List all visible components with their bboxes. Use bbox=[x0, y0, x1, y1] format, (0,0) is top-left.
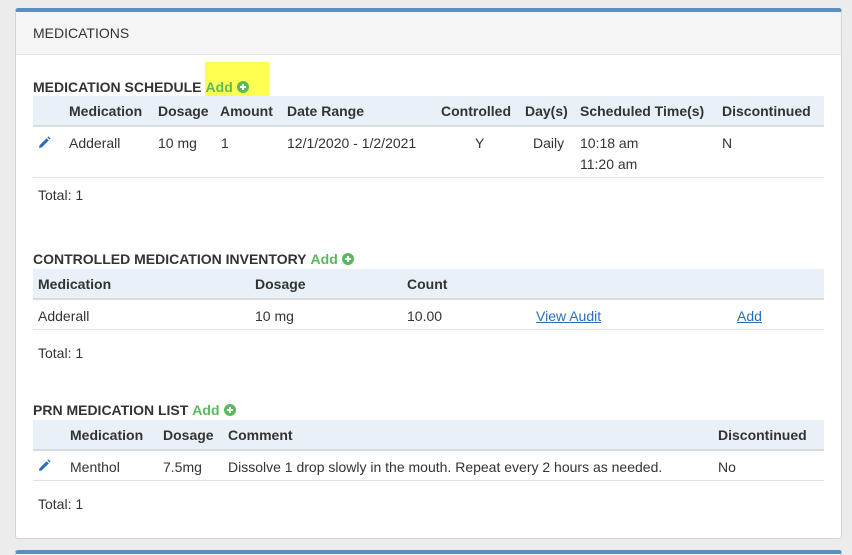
schedule-table-header: Medication Dosage Amount Date Range Cont… bbox=[33, 96, 824, 127]
col-comment: Comment bbox=[228, 427, 293, 443]
col-medication: Medication bbox=[69, 103, 143, 119]
cell-medication: Adderall bbox=[38, 308, 90, 324]
cell-discontinued: N bbox=[722, 135, 733, 151]
medications-panel: MEDICATIONS MEDICATION SCHEDULE Add Medic… bbox=[15, 8, 842, 539]
pencil-icon[interactable] bbox=[37, 136, 51, 150]
col-dosage: Dosage bbox=[163, 427, 214, 443]
pencil-icon[interactable] bbox=[37, 459, 51, 473]
prn-table-header: Medication Dosage Comment Discontinued bbox=[33, 420, 824, 451]
table-row: Adderall 10 mg 1 12/1/2020 - 1/2/2021 Y … bbox=[33, 127, 824, 178]
plus-circle-icon bbox=[223, 404, 236, 416]
col-days: Day(s) bbox=[525, 103, 568, 119]
prn-add-link[interactable]: Add bbox=[192, 402, 236, 418]
cell-count: 10.00 bbox=[407, 308, 443, 324]
cell-discontinued: No bbox=[718, 459, 736, 475]
col-amount: Amount bbox=[220, 103, 273, 119]
cell-dosage: 10 mg bbox=[158, 135, 197, 151]
col-scheduled-times: Scheduled Time(s) bbox=[580, 103, 705, 119]
next-panel-edge bbox=[15, 550, 842, 555]
plus-circle-icon bbox=[341, 253, 354, 265]
panel-header: MEDICATIONS bbox=[16, 12, 841, 55]
cell-time-2: 11:20 am bbox=[580, 156, 638, 172]
view-audit-link[interactable]: View Audit bbox=[536, 308, 601, 324]
table-row: Menthol 7.5mg Dissolve 1 drop slowly in … bbox=[33, 451, 824, 481]
cell-amount: 1 bbox=[221, 135, 229, 151]
cell-days: Daily bbox=[533, 135, 565, 151]
inventory-total: Total: 1 bbox=[38, 345, 84, 361]
cell-dosage: 10 mg bbox=[255, 308, 294, 324]
controlled-inventory-section: CONTROLLED MEDICATION INVENTORY Add Medic… bbox=[33, 234, 824, 361]
inventory-table-header: Medication Dosage Count bbox=[33, 269, 824, 300]
cell-dosage: 7.5mg bbox=[163, 459, 202, 475]
cell-medication: Adderall bbox=[69, 135, 121, 151]
col-date-range: Date Range bbox=[287, 103, 365, 119]
inventory-add-link[interactable]: Add bbox=[311, 251, 354, 267]
col-medication: Medication bbox=[70, 427, 144, 443]
col-medication: Medication bbox=[38, 276, 112, 292]
prn-total: Total: 1 bbox=[38, 496, 84, 512]
table-row: Adderall 10 mg 10.00 View Audit Add bbox=[33, 300, 824, 330]
cell-date-range: 12/1/2020 - 1/2/2021 bbox=[287, 135, 417, 151]
medication-schedule-section: MEDICATION SCHEDULE Add Medication Dosage… bbox=[33, 62, 824, 203]
col-dosage: Dosage bbox=[158, 103, 209, 119]
col-count: Count bbox=[407, 276, 448, 292]
inventory-row-add-link[interactable]: Add bbox=[737, 308, 762, 324]
col-discontinued: Discontinued bbox=[722, 103, 811, 119]
cell-controlled: Y bbox=[475, 135, 485, 151]
prn-medication-title: PRN MEDICATION LIST Add bbox=[33, 402, 236, 418]
prn-medication-section: PRN MEDICATION LIST Add Medication Dosage… bbox=[33, 385, 824, 512]
cell-medication: Menthol bbox=[70, 459, 120, 475]
plus-circle-icon bbox=[236, 81, 249, 93]
controlled-inventory-title: CONTROLLED MEDICATION INVENTORY Add bbox=[33, 251, 354, 267]
cell-time-1: 10:18 am bbox=[580, 135, 639, 151]
panel-title: MEDICATIONS bbox=[33, 25, 130, 41]
col-discontinued: Discontinued bbox=[718, 427, 807, 443]
schedule-add-link[interactable]: Add bbox=[206, 79, 249, 95]
col-controlled: Controlled bbox=[441, 103, 511, 119]
cell-comment: Dissolve 1 drop slowly in the mouth. Rep… bbox=[228, 459, 663, 475]
medication-schedule-title: MEDICATION SCHEDULE Add bbox=[33, 79, 249, 95]
schedule-total: Total: 1 bbox=[38, 187, 84, 203]
col-dosage: Dosage bbox=[255, 276, 306, 292]
